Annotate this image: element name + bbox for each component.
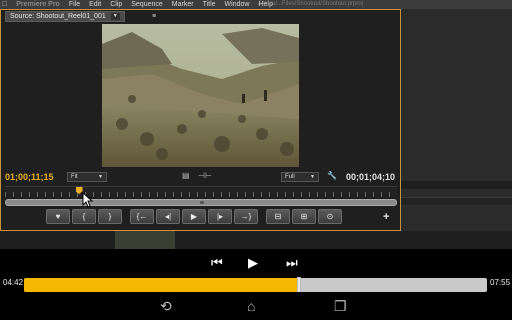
chevron-down-icon[interactable]: ▼ [110,13,120,20]
step-forward-icon[interactable]: |▸ [208,209,232,224]
app-name[interactable]: Premiere Pro [16,1,60,8]
zoom-scroll-bar[interactable] [5,199,397,206]
seek-bar-progress [24,278,299,292]
document-path: /Users/...Files/Shootout/Shootout.prproj [258,1,364,7]
menu-sequence[interactable]: Sequence [131,1,163,8]
previous-icon[interactable]: ⏮ [211,255,223,271]
play-icon[interactable]: ▶ [248,255,258,271]
go-to-in-icon[interactable]: {← [130,209,154,224]
seek-bar-thumb[interactable] [296,277,301,293]
source-tab-label: Source: Shootout_Reel01_001 [10,13,106,20]
back-icon[interactable]: ⟲ [160,298,172,315]
current-timecode[interactable]: 01;00;11;15 [5,172,54,182]
duration-timecode: 00;01;04;10 [346,172,396,182]
ruler-ticks [5,192,397,197]
menu-title[interactable]: Title [203,1,216,8]
apple-menu-icon[interactable]:  [2,1,7,8]
menu-marker[interactable]: Marker [172,1,194,8]
project-thumbnail [115,231,175,249]
add-button-icon[interactable]: + [383,211,389,223]
mouse-cursor-icon [82,192,94,208]
mark-out-icon[interactable]: } [98,209,122,224]
source-tab[interactable]: Source: Shootout_Reel01_001 ▼ [5,11,125,22]
chevron-down-icon: ▼ [310,174,315,180]
zoom-level-value: Fit [71,174,78,180]
video-frame-image [102,24,299,167]
timeline-panel-background [401,9,512,249]
time-ruler[interactable] [5,186,397,197]
home-icon[interactable]: ⌂ [247,298,255,314]
output-icon[interactable]: ⊣⊢ [198,171,212,180]
chevron-down-icon: ▼ [98,174,103,180]
timeline-track-header [401,197,512,205]
mark-in-icon[interactable]: { [72,209,96,224]
transport-controls: ♥ { } {← ◂| ▶ |▸ →} ⊟ ⊞ ⊙ [46,209,342,226]
step-back-icon[interactable]: ◂| [156,209,180,224]
video-player-overlay: ⏮ ▶ ⏭ 04:42 07:55 [0,249,512,293]
menu-file[interactable]: File [69,1,80,8]
total-time: 07:55 [490,278,511,287]
system-navigation-bar: ⟲ ⌂ ❐ [0,292,512,320]
marker-icon[interactable]: ♥ [46,209,70,224]
project-panel-background [0,231,512,249]
next-icon[interactable]: ⏭ [286,255,298,271]
export-frame-icon[interactable]: ⊙ [318,209,342,224]
source-monitor-panel: Source: Shootout_Reel01_001 ▼ ≡ 01;00;11… [0,9,401,231]
menu-clip[interactable]: Clip [110,1,122,8]
wrench-icon[interactable]: 🔧 [327,171,337,180]
scroll-grip[interactable] [200,201,204,204]
elapsed-time: 04:42 [3,278,24,287]
video-frame [102,24,299,167]
menu-edit[interactable]: Edit [89,1,101,8]
playback-resolution-value: Full [285,174,295,180]
play-icon[interactable]: ▶ [182,209,206,224]
zoom-level-select[interactable]: Fit ▼ [67,172,107,182]
recent-apps-icon[interactable]: ❐ [334,298,347,315]
overwrite-icon[interactable]: ⊞ [292,209,316,224]
panel-menu-icon[interactable]: ≡ [149,12,159,21]
safe-margins-icon[interactable]: ▤ [182,171,190,180]
playback-resolution-select[interactable]: Full ▼ [281,172,319,182]
timeline-ruler [401,181,512,189]
go-to-out-icon[interactable]: →} [234,209,258,224]
menu-window[interactable]: Window [225,1,250,8]
app-menubar:  Premiere Pro File Edit Clip Sequence M… [0,0,512,9]
insert-icon[interactable]: ⊟ [266,209,290,224]
seek-bar[interactable] [24,277,487,293]
